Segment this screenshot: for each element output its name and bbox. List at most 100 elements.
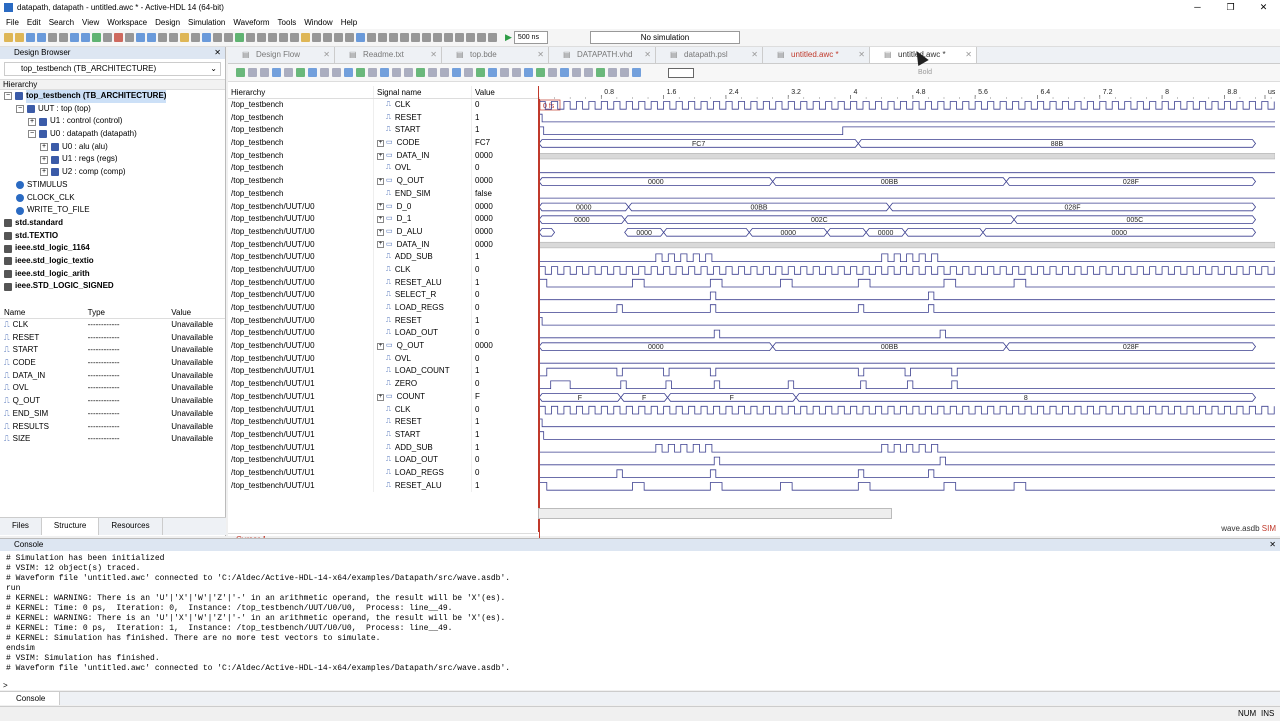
wave-tool-icon[interactable] bbox=[620, 68, 629, 77]
expand-icon[interactable]: + bbox=[377, 152, 384, 160]
signal-row[interactable]: /top_testbench + ▭ DATA_IN 0000 bbox=[228, 149, 538, 163]
object-row[interactable]: ⎍ CODE ------------ Unavailable bbox=[0, 357, 225, 370]
wave-tool-icon[interactable] bbox=[272, 68, 281, 77]
toolbar-tool-icon[interactable] bbox=[81, 33, 90, 42]
console-input[interactable]: > bbox=[0, 681, 1280, 691]
close-tab-icon[interactable]: ✕ bbox=[537, 47, 544, 63]
waveform-trace-reset_alu[interactable] bbox=[539, 278, 1275, 288]
menu-file[interactable]: File bbox=[2, 18, 23, 27]
minimize-icon[interactable]: ─ bbox=[1181, 0, 1214, 15]
toolbar-tool-icon[interactable] bbox=[224, 33, 233, 42]
tree-item[interactable]: STIMULUS bbox=[0, 179, 225, 192]
expand-icon[interactable]: + bbox=[40, 168, 48, 177]
toolbar-tool-icon[interactable] bbox=[400, 33, 409, 42]
signal-row[interactable]: /top_testbench/UUT/U0 ⎍ LOAD_REGS 0 bbox=[228, 302, 538, 315]
close-tab-icon[interactable]: ✕ bbox=[965, 47, 972, 63]
toolbar-tool-icon[interactable] bbox=[378, 33, 387, 42]
signal-row[interactable]: /top_testbench/UUT/U0 + ▭ D_0 0000 bbox=[228, 200, 538, 214]
tree-item[interactable]: + U2 : comp (comp) bbox=[0, 166, 225, 179]
object-row[interactable]: ⎍ RESULTS ------------ Unavailable bbox=[0, 421, 225, 434]
tree-item[interactable]: − U0 : datapath (datapath) bbox=[0, 128, 225, 141]
expand-icon[interactable]: + bbox=[377, 216, 384, 224]
wave-tool-icon[interactable] bbox=[404, 68, 413, 77]
signal-row[interactable]: /top_testbench ⎍ CLK 0 bbox=[228, 99, 538, 112]
expand-icon[interactable]: + bbox=[28, 117, 36, 126]
signal-row[interactable]: /top_testbench ⎍ START 1 bbox=[228, 124, 538, 138]
waveform-trace-zero[interactable] bbox=[539, 380, 1275, 389]
waveform-trace-add_sub[interactable] bbox=[539, 253, 1275, 262]
wave-tool-icon[interactable] bbox=[560, 68, 569, 77]
object-row[interactable]: ⎍ OVL ------------ Unavailable bbox=[0, 382, 225, 395]
toolbar-tool-icon[interactable] bbox=[466, 33, 475, 42]
waveform-trace-reset[interactable] bbox=[539, 418, 1275, 428]
toolbar-tool-icon[interactable] bbox=[411, 33, 420, 42]
signal-row[interactable]: /top_testbench + ▭ CODE FC7 bbox=[228, 137, 538, 150]
wave-tool-icon[interactable] bbox=[236, 68, 245, 77]
wave-tool-icon[interactable] bbox=[632, 68, 641, 77]
wave-tool-icon[interactable] bbox=[392, 68, 401, 77]
toolbar-tool-icon[interactable] bbox=[345, 33, 354, 42]
wave-tool-icon[interactable] bbox=[524, 68, 533, 77]
tree-item[interactable]: ieee.std_logic_1164 bbox=[0, 242, 225, 255]
toolbar-tool-icon[interactable] bbox=[191, 33, 200, 42]
signal-row[interactable]: /top_testbench/UUT/U0 + ▭ D_ALU 0000 bbox=[228, 225, 538, 239]
toolbar-tool-icon[interactable] bbox=[92, 33, 101, 42]
tab-console[interactable]: Console bbox=[0, 692, 60, 705]
color-picker[interactable] bbox=[668, 67, 694, 78]
tree-item[interactable]: + U1 : regs (regs) bbox=[0, 153, 225, 166]
toolbar-tool-icon[interactable] bbox=[301, 33, 310, 42]
doc-tab[interactable]: ▤ untitled.awc * ✕ bbox=[763, 47, 870, 63]
signal-row[interactable]: /top_testbench + ▭ Q_OUT 0000 bbox=[228, 175, 538, 188]
waveform-trace-clk[interactable] bbox=[539, 266, 1275, 275]
toolbar-tool-icon[interactable] bbox=[257, 33, 266, 42]
expand-icon[interactable]: + bbox=[377, 177, 384, 185]
toolbar-tool-icon[interactable] bbox=[59, 33, 68, 42]
signal-row[interactable]: /top_testbench/UUT/U0 + ▭ Q_OUT 0000 bbox=[228, 340, 538, 353]
toolbar-tool-icon[interactable] bbox=[455, 33, 464, 42]
toolbar-tool-icon[interactable] bbox=[15, 33, 24, 42]
expand-icon[interactable]: + bbox=[377, 393, 384, 401]
close-tab-icon[interactable]: ✕ bbox=[323, 47, 330, 63]
toolbar-tool-icon[interactable] bbox=[147, 33, 156, 42]
tree-item[interactable]: ieee.STD_LOGIC_SIGNED bbox=[0, 280, 225, 293]
tab-structure[interactable]: Structure bbox=[41, 518, 100, 535]
toolbar-tool-icon[interactable] bbox=[334, 33, 343, 42]
signal-row[interactable]: /top_testbench/UUT/U0 ⎍ ADD_SUB 1 bbox=[228, 251, 538, 264]
toolbar-tool-icon[interactable] bbox=[279, 33, 288, 42]
menu-simulation[interactable]: Simulation bbox=[184, 18, 229, 27]
toolbar-tool-icon[interactable] bbox=[70, 33, 79, 42]
toolbar-tool-icon[interactable] bbox=[103, 33, 112, 42]
waveform-trace-d_0[interactable]: 0000 00BB 028F bbox=[539, 202, 1257, 211]
object-row[interactable]: ⎍ SIZE ------------ Unavailable bbox=[0, 433, 225, 446]
toolbar-tool-icon[interactable] bbox=[268, 33, 277, 42]
wave-tool-icon[interactable] bbox=[320, 68, 329, 77]
expand-icon[interactable]: + bbox=[377, 241, 384, 249]
expand-icon[interactable]: + bbox=[377, 228, 384, 236]
toolbar-tool-icon[interactable] bbox=[356, 33, 365, 42]
menu-tools[interactable]: Tools bbox=[274, 18, 301, 27]
wave-tool-icon[interactable] bbox=[608, 68, 617, 77]
object-row[interactable]: ⎍ CLK ------------ Unavailable bbox=[0, 319, 225, 332]
wave-tool-icon[interactable] bbox=[356, 68, 365, 77]
toolbar-tool-icon[interactable] bbox=[488, 33, 497, 42]
waveform-trace-add_sub[interactable] bbox=[539, 444, 1275, 453]
waveform-trace-reset_alu[interactable] bbox=[539, 482, 1275, 491]
close-panel-icon[interactable]: ✕ bbox=[214, 47, 221, 59]
wave-tool-icon[interactable] bbox=[416, 68, 425, 77]
toolbar-tool-icon[interactable] bbox=[422, 33, 431, 42]
tree-item[interactable]: − UUT : top (top) bbox=[0, 103, 225, 116]
close-tab-icon[interactable]: ✕ bbox=[751, 47, 758, 63]
waveform-trace-select_r[interactable] bbox=[539, 291, 1275, 301]
waveform-trace-d_alu[interactable]: 0000 0000 0000 0000 bbox=[539, 228, 1257, 237]
doc-tab[interactable]: ▤ Readme.txt ✕ bbox=[335, 47, 442, 63]
wave-tool-icon[interactable] bbox=[512, 68, 521, 77]
waveform-trace-clk[interactable] bbox=[539, 405, 1275, 415]
toolbar-tool-icon[interactable] bbox=[48, 33, 57, 42]
wave-tool-icon[interactable] bbox=[584, 68, 593, 77]
toolbar-tool-icon[interactable] bbox=[158, 33, 167, 42]
wave-tool-icon[interactable] bbox=[572, 68, 581, 77]
wave-tool-icon[interactable] bbox=[488, 68, 497, 77]
toolbar-tool-icon[interactable] bbox=[433, 33, 442, 42]
toolbar-tool-icon[interactable] bbox=[169, 33, 178, 42]
toolbar-tool-icon[interactable] bbox=[246, 33, 255, 42]
